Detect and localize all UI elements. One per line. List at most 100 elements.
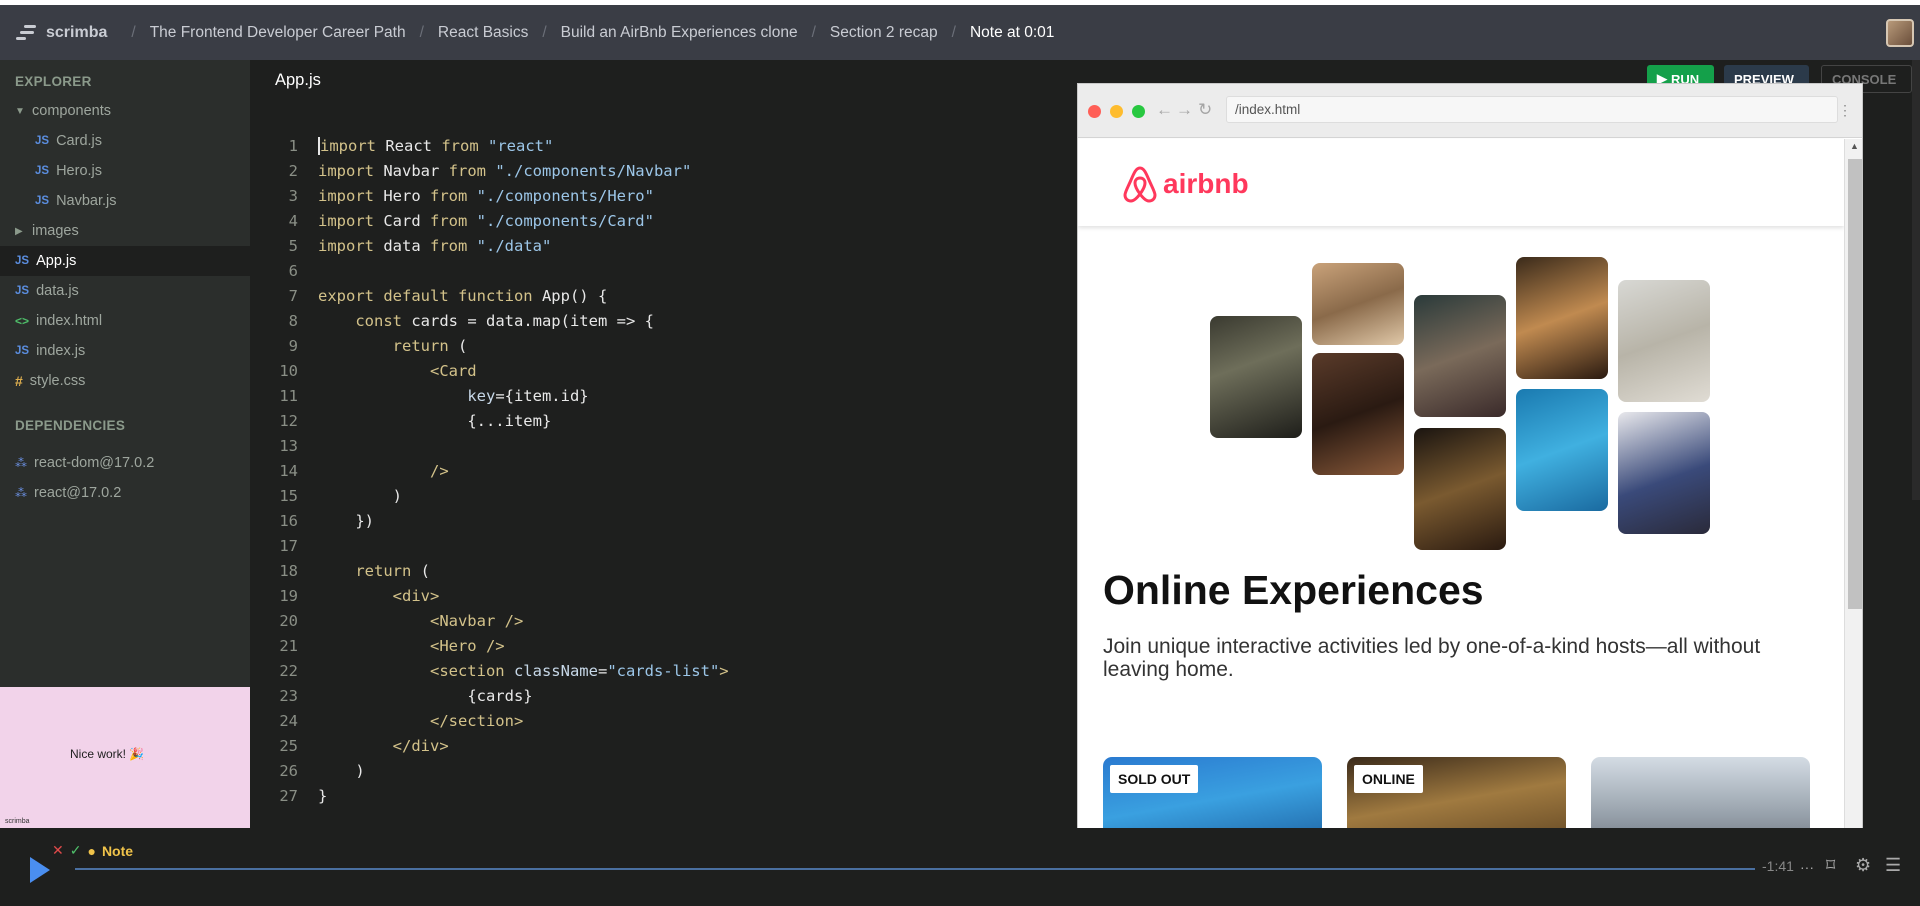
code-line: 2 import Navbar from "./components/Navbar… xyxy=(288,162,692,180)
scroll-thumb[interactable] xyxy=(1848,159,1862,609)
code-line: 19 <div> xyxy=(279,587,440,605)
code-line: 17 xyxy=(279,537,298,555)
file-hero-js[interactable]: JS Hero.js xyxy=(0,156,250,186)
progress-track[interactable] xyxy=(75,868,1755,870)
back-arrow-icon[interactable]: ← xyxy=(1156,100,1173,120)
maximize-window-icon[interactable] xyxy=(1132,105,1145,118)
code-line: 25 </div> xyxy=(279,737,449,755)
file-style-css[interactable]: # style.css xyxy=(0,366,250,396)
hero-photo-singer xyxy=(1618,412,1710,534)
page-scrollbar[interactable] xyxy=(1912,60,1920,500)
html-file-icon: <> xyxy=(15,314,30,328)
code-line: 4 import Card from "./components/Card" xyxy=(288,212,654,230)
breadcrumb-section-recap[interactable]: Section 2 recap xyxy=(830,24,938,42)
bookmark-icon[interactable]: ⌑ xyxy=(1826,855,1835,876)
airbnb-logo-icon xyxy=(1123,166,1157,203)
close-window-icon[interactable] xyxy=(1088,105,1101,118)
hero-photo-microphone xyxy=(1516,257,1608,379)
file-app-js[interactable]: JS App.js xyxy=(0,246,250,276)
close-icon[interactable]: ✕ xyxy=(52,842,64,859)
code-line: 14 /> xyxy=(279,462,449,480)
file-navbar-js[interactable]: JS Navbar.js xyxy=(0,186,250,216)
more-icon[interactable]: ··· xyxy=(1800,859,1814,875)
forward-arrow-icon[interactable]: → xyxy=(1176,100,1193,120)
js-file-icon: JS xyxy=(35,165,50,177)
package-icon: ⁂ xyxy=(15,486,27,500)
time-remaining: -1:41 xyxy=(1762,858,1794,874)
avatar[interactable] xyxy=(1886,19,1914,47)
player-bar: ✕ ✓ ● Note -1:41 ··· ⌑ ⚙ ☰ xyxy=(0,828,1920,906)
js-file-icon: JS xyxy=(15,345,30,357)
code-line: 18 return ( xyxy=(279,562,430,580)
reload-icon[interactable]: ↻ xyxy=(1198,100,1212,120)
explorer-heading: EXPLORER xyxy=(15,74,92,89)
js-file-icon: JS xyxy=(35,195,50,207)
file-index-html[interactable]: <> index.html xyxy=(0,306,250,336)
file-card-js[interactable]: JS Card.js xyxy=(0,126,250,156)
page-title: Online Experiences xyxy=(1103,567,1484,613)
code-line: 22 <section className="cards-list"> xyxy=(279,662,729,680)
page-navbar: airbnb xyxy=(1078,139,1844,226)
hero-photo-yoga xyxy=(1618,280,1710,402)
code-line: 8 const cards = data.map(item => { xyxy=(288,312,654,330)
play-icon[interactable] xyxy=(30,857,50,883)
code-line: 10 <Card xyxy=(279,362,477,380)
breadcrumb-react-basics[interactable]: React Basics xyxy=(438,24,528,42)
note-markers: ✕ ✓ ● Note xyxy=(52,842,133,859)
code-line: 6 xyxy=(288,262,298,280)
breadcrumb-airbnb-clone[interactable]: Build an AirBnb Experiences clone xyxy=(561,24,798,42)
folder-images[interactable]: ▶ images xyxy=(0,216,250,246)
more-options-icon[interactable]: ⋮ xyxy=(1838,102,1852,119)
file-data-js[interactable]: JS data.js xyxy=(0,276,250,306)
code-line: 20 <Navbar /> xyxy=(279,612,524,630)
code-line: 1 import React from "react" xyxy=(288,137,554,155)
code-line: 16 }) xyxy=(279,512,374,530)
logo-text: scrimba xyxy=(46,23,108,41)
scrimba-logo-icon xyxy=(14,23,38,43)
scrimba-watermark: scrimba xyxy=(5,818,30,825)
code-line: 24 </section> xyxy=(279,712,524,730)
code-line: 11 key={item.id} xyxy=(279,387,589,405)
dependency-react[interactable]: ⁂ react@17.0.2 xyxy=(0,478,250,508)
top-bar: scrimba / The Frontend Developer Career … xyxy=(0,0,1920,60)
hero-photo-guitar xyxy=(1414,428,1506,550)
folder-components[interactable]: ▼ components xyxy=(0,96,250,126)
code-line: 9 return ( xyxy=(288,337,468,355)
settings-gear-icon[interactable]: ⚙ xyxy=(1855,855,1871,876)
code-line: 12 {...item} xyxy=(279,412,552,430)
breadcrumb-current: Note at 0:01 xyxy=(969,23,1055,41)
preview-scrollbar[interactable]: ▲ ▼ xyxy=(1844,139,1862,846)
code-line: 13 xyxy=(279,437,298,455)
caret-down-icon: ▼ xyxy=(15,105,25,117)
file-index-js[interactable]: JS index.js xyxy=(0,336,250,366)
breadcrumb-career-path[interactable]: The Frontend Developer Career Path xyxy=(150,24,406,42)
check-icon[interactable]: ✓ xyxy=(70,842,82,859)
code-editor[interactable]: App.js 1 import React from "react" 2 impor… xyxy=(250,60,1076,828)
note-label[interactable]: Note xyxy=(102,843,133,859)
hero-photo-swimmer xyxy=(1516,389,1608,511)
note-marker-icon[interactable]: ● xyxy=(87,843,95,859)
minimize-window-icon[interactable] xyxy=(1110,105,1123,118)
editor-filename: App.js xyxy=(275,71,321,89)
caret-right-icon: ▶ xyxy=(15,225,23,237)
code-line: 23 {cards} xyxy=(279,687,533,705)
code-area[interactable]: 1 import React from "react" 2 import Navba… xyxy=(250,134,729,809)
browser-toolbar: ← → ↻ /index.html ⋮ xyxy=(1078,84,1862,138)
code-line: 21 <Hero /> xyxy=(279,637,505,655)
scroll-up-icon[interactable]: ▲ xyxy=(1850,141,1859,151)
url-input[interactable]: /index.html xyxy=(1226,96,1838,123)
status-badge: ONLINE xyxy=(1354,765,1423,793)
js-file-icon: JS xyxy=(15,255,30,267)
menu-icon[interactable]: ☰ xyxy=(1885,855,1901,876)
browser-preview: ← → ↻ /index.html ⋮ airbnb Online Experi… xyxy=(1077,83,1863,847)
airbnb-logo[interactable]: airbnb xyxy=(1122,165,1249,203)
scrimba-logo[interactable]: scrimba xyxy=(14,23,107,43)
dependency-react-dom[interactable]: ⁂ react-dom@17.0.2 xyxy=(0,448,250,478)
status-badge: SOLD OUT xyxy=(1110,765,1199,793)
nice-work-thumbnail[interactable]: Nice work! 🎉 scrimba xyxy=(0,687,250,828)
hero-photo-woman xyxy=(1312,263,1404,345)
hero-photo-dish xyxy=(1414,295,1506,417)
hero-photo-cooking xyxy=(1210,316,1302,438)
code-line: 3 import Hero from "./components/Hero" xyxy=(288,187,654,205)
code-line: 7 export default function App() { xyxy=(288,287,608,305)
